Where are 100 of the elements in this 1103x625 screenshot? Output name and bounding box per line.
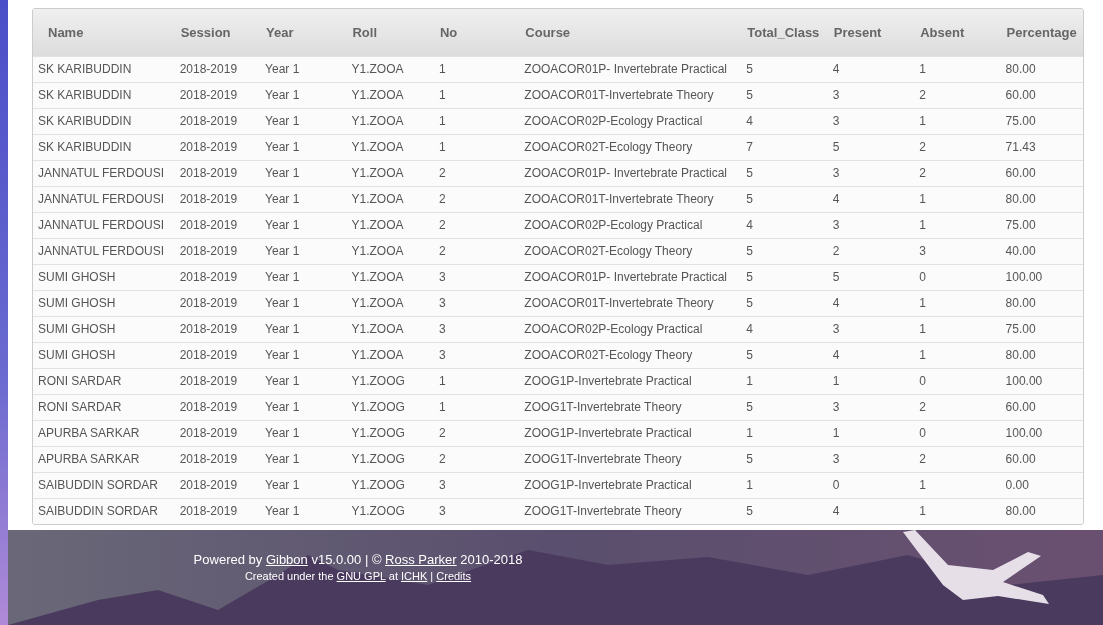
table-cell: 3 — [433, 290, 520, 316]
table-cell: 1 — [741, 368, 828, 394]
table-cell: Year 1 — [260, 264, 347, 290]
table-cell: 80.00 — [1000, 498, 1083, 524]
footer-link[interactable]: GNU GPL — [336, 570, 386, 582]
table-cell: 2018-2019 — [174, 160, 261, 186]
table-cell: 4 — [827, 290, 915, 316]
table-cell: SK KARIBUDDIN — [33, 82, 175, 108]
table-cell: Year 1 — [260, 498, 347, 524]
table-cell: 1 — [827, 368, 915, 394]
table-cell: 75.00 — [1000, 212, 1083, 238]
table-cell: 2018-2019 — [174, 186, 261, 212]
table-cell: 0.00 — [1000, 472, 1083, 498]
table-cell: 1 — [433, 368, 520, 394]
table-cell: ZOOACOR02T-Ecology Theory — [519, 134, 742, 160]
table-cell: 2 — [433, 238, 520, 264]
table-cell: 4 — [741, 108, 828, 134]
table-cell: 100.00 — [1000, 368, 1083, 394]
table-cell: 1 — [433, 108, 520, 134]
table-cell: ZOOG1P-Invertebrate Practical — [519, 472, 742, 498]
table-cell: 2 — [433, 420, 520, 446]
table-cell: ZOOACOR01T-Invertebrate Theory — [519, 186, 742, 212]
table-cell: Year 1 — [260, 186, 347, 212]
footer-link[interactable]: Ross Parker — [385, 552, 457, 567]
table-cell: RONI SARDAR — [33, 394, 175, 420]
table-cell: 80.00 — [1000, 56, 1083, 82]
column-header: Total_Class — [741, 9, 828, 56]
table-cell: SUMI GHOSH — [33, 316, 175, 342]
table-cell: 1 — [914, 212, 1001, 238]
table-cell: 1 — [914, 186, 1001, 212]
table-cell: Year 1 — [260, 108, 347, 134]
table-cell: 2018-2019 — [174, 290, 261, 316]
table-cell: 2 — [827, 238, 915, 264]
table-cell: 60.00 — [1000, 394, 1083, 420]
table-cell: 3 — [827, 160, 915, 186]
table-cell: 2018-2019 — [174, 56, 261, 82]
table-cell: Year 1 — [260, 446, 347, 472]
table-cell: SK KARIBUDDIN — [33, 108, 175, 134]
table-cell: 4 — [827, 186, 915, 212]
table-cell: 2018-2019 — [174, 238, 261, 264]
table-cell: 1 — [914, 108, 1001, 134]
table-cell: 2018-2019 — [174, 498, 261, 524]
footer-link[interactable]: Credits — [436, 570, 472, 582]
table-cell: 1 — [433, 394, 520, 420]
column-header: Course — [519, 9, 742, 56]
table-cell: 1 — [827, 420, 915, 446]
table-cell: 3 — [433, 316, 520, 342]
table-cell: Y1.ZOOA — [346, 290, 434, 316]
table-cell: SUMI GHOSH — [33, 290, 175, 316]
table-cell: 5 — [741, 186, 828, 212]
table-cell: ZOOACOR02T-Ecology Theory — [519, 342, 742, 368]
table-cell: Year 1 — [260, 394, 347, 420]
table-cell: APURBA SARKAR — [33, 446, 175, 472]
table-cell: 2 — [433, 186, 520, 212]
table-cell: Y1.ZOOA — [346, 212, 434, 238]
column-header: Roll — [346, 9, 434, 56]
table-cell: Y1.ZOOA — [346, 342, 434, 368]
table-cell: 1 — [914, 290, 1001, 316]
table-cell: 5 — [741, 394, 828, 420]
footer-text: Powered by Gibbon v15.0.00 | © Ross Parker 2010-2018 — [192, 551, 524, 568]
table-cell: JANNATUL FERDOUSI — [33, 238, 175, 264]
footer-link[interactable]: ICHK — [401, 570, 428, 582]
footer-link[interactable]: Gibbon — [265, 552, 308, 567]
table-cell: Y1.ZOOA — [346, 238, 434, 264]
table-cell: 2018-2019 — [174, 134, 261, 160]
table-cell: 3 — [827, 82, 915, 108]
column-header: Name — [33, 9, 175, 56]
table-cell: 5 — [741, 238, 828, 264]
table-cell: JANNATUL FERDOUSI — [33, 160, 175, 186]
table-cell: Year 1 — [260, 368, 347, 394]
table-cell: 2018-2019 — [174, 394, 261, 420]
table-cell: SUMI GHOSH — [33, 342, 175, 368]
table-cell: ZOOACOR01P- Invertebrate Practical — [519, 264, 742, 290]
table-cell: 4 — [827, 56, 915, 82]
table-cell: Y1.ZOOG — [346, 420, 434, 446]
table-cell: 1 — [741, 472, 828, 498]
table-cell: ZOOG1P-Invertebrate Practical — [519, 368, 742, 394]
table-cell: 0 — [827, 472, 915, 498]
table-cell: ZOOACOR02T-Ecology Theory — [519, 238, 742, 264]
table-cell: 3 — [827, 446, 915, 472]
table-cell: Y1.ZOOG — [346, 368, 434, 394]
table-cell: 1 — [914, 316, 1001, 342]
table-cell: 4 — [741, 316, 828, 342]
table-cell: 0 — [914, 368, 1001, 394]
table-cell: 75.00 — [1000, 108, 1083, 134]
table-cell: Year 1 — [260, 134, 347, 160]
table-cell: 1 — [433, 82, 520, 108]
table-cell: 2 — [914, 82, 1001, 108]
table-cell: 5 — [741, 56, 828, 82]
table-cell: SAIBUDDIN SORDAR — [33, 472, 175, 498]
table-cell: 60.00 — [1000, 82, 1083, 108]
table-cell: ZOOG1T-Invertebrate Theory — [519, 498, 742, 524]
table-cell: 5 — [741, 160, 828, 186]
table-cell: 3 — [433, 264, 520, 290]
table-cell: 2 — [433, 212, 520, 238]
table-cell: 2018-2019 — [174, 82, 261, 108]
table-cell: 2018-2019 — [174, 420, 261, 446]
table-cell: Y1.ZOOA — [346, 160, 434, 186]
table-cell: 5 — [827, 264, 915, 290]
footer-text: Created under the GNU GPL at ICHK | Credits — [243, 569, 473, 584]
